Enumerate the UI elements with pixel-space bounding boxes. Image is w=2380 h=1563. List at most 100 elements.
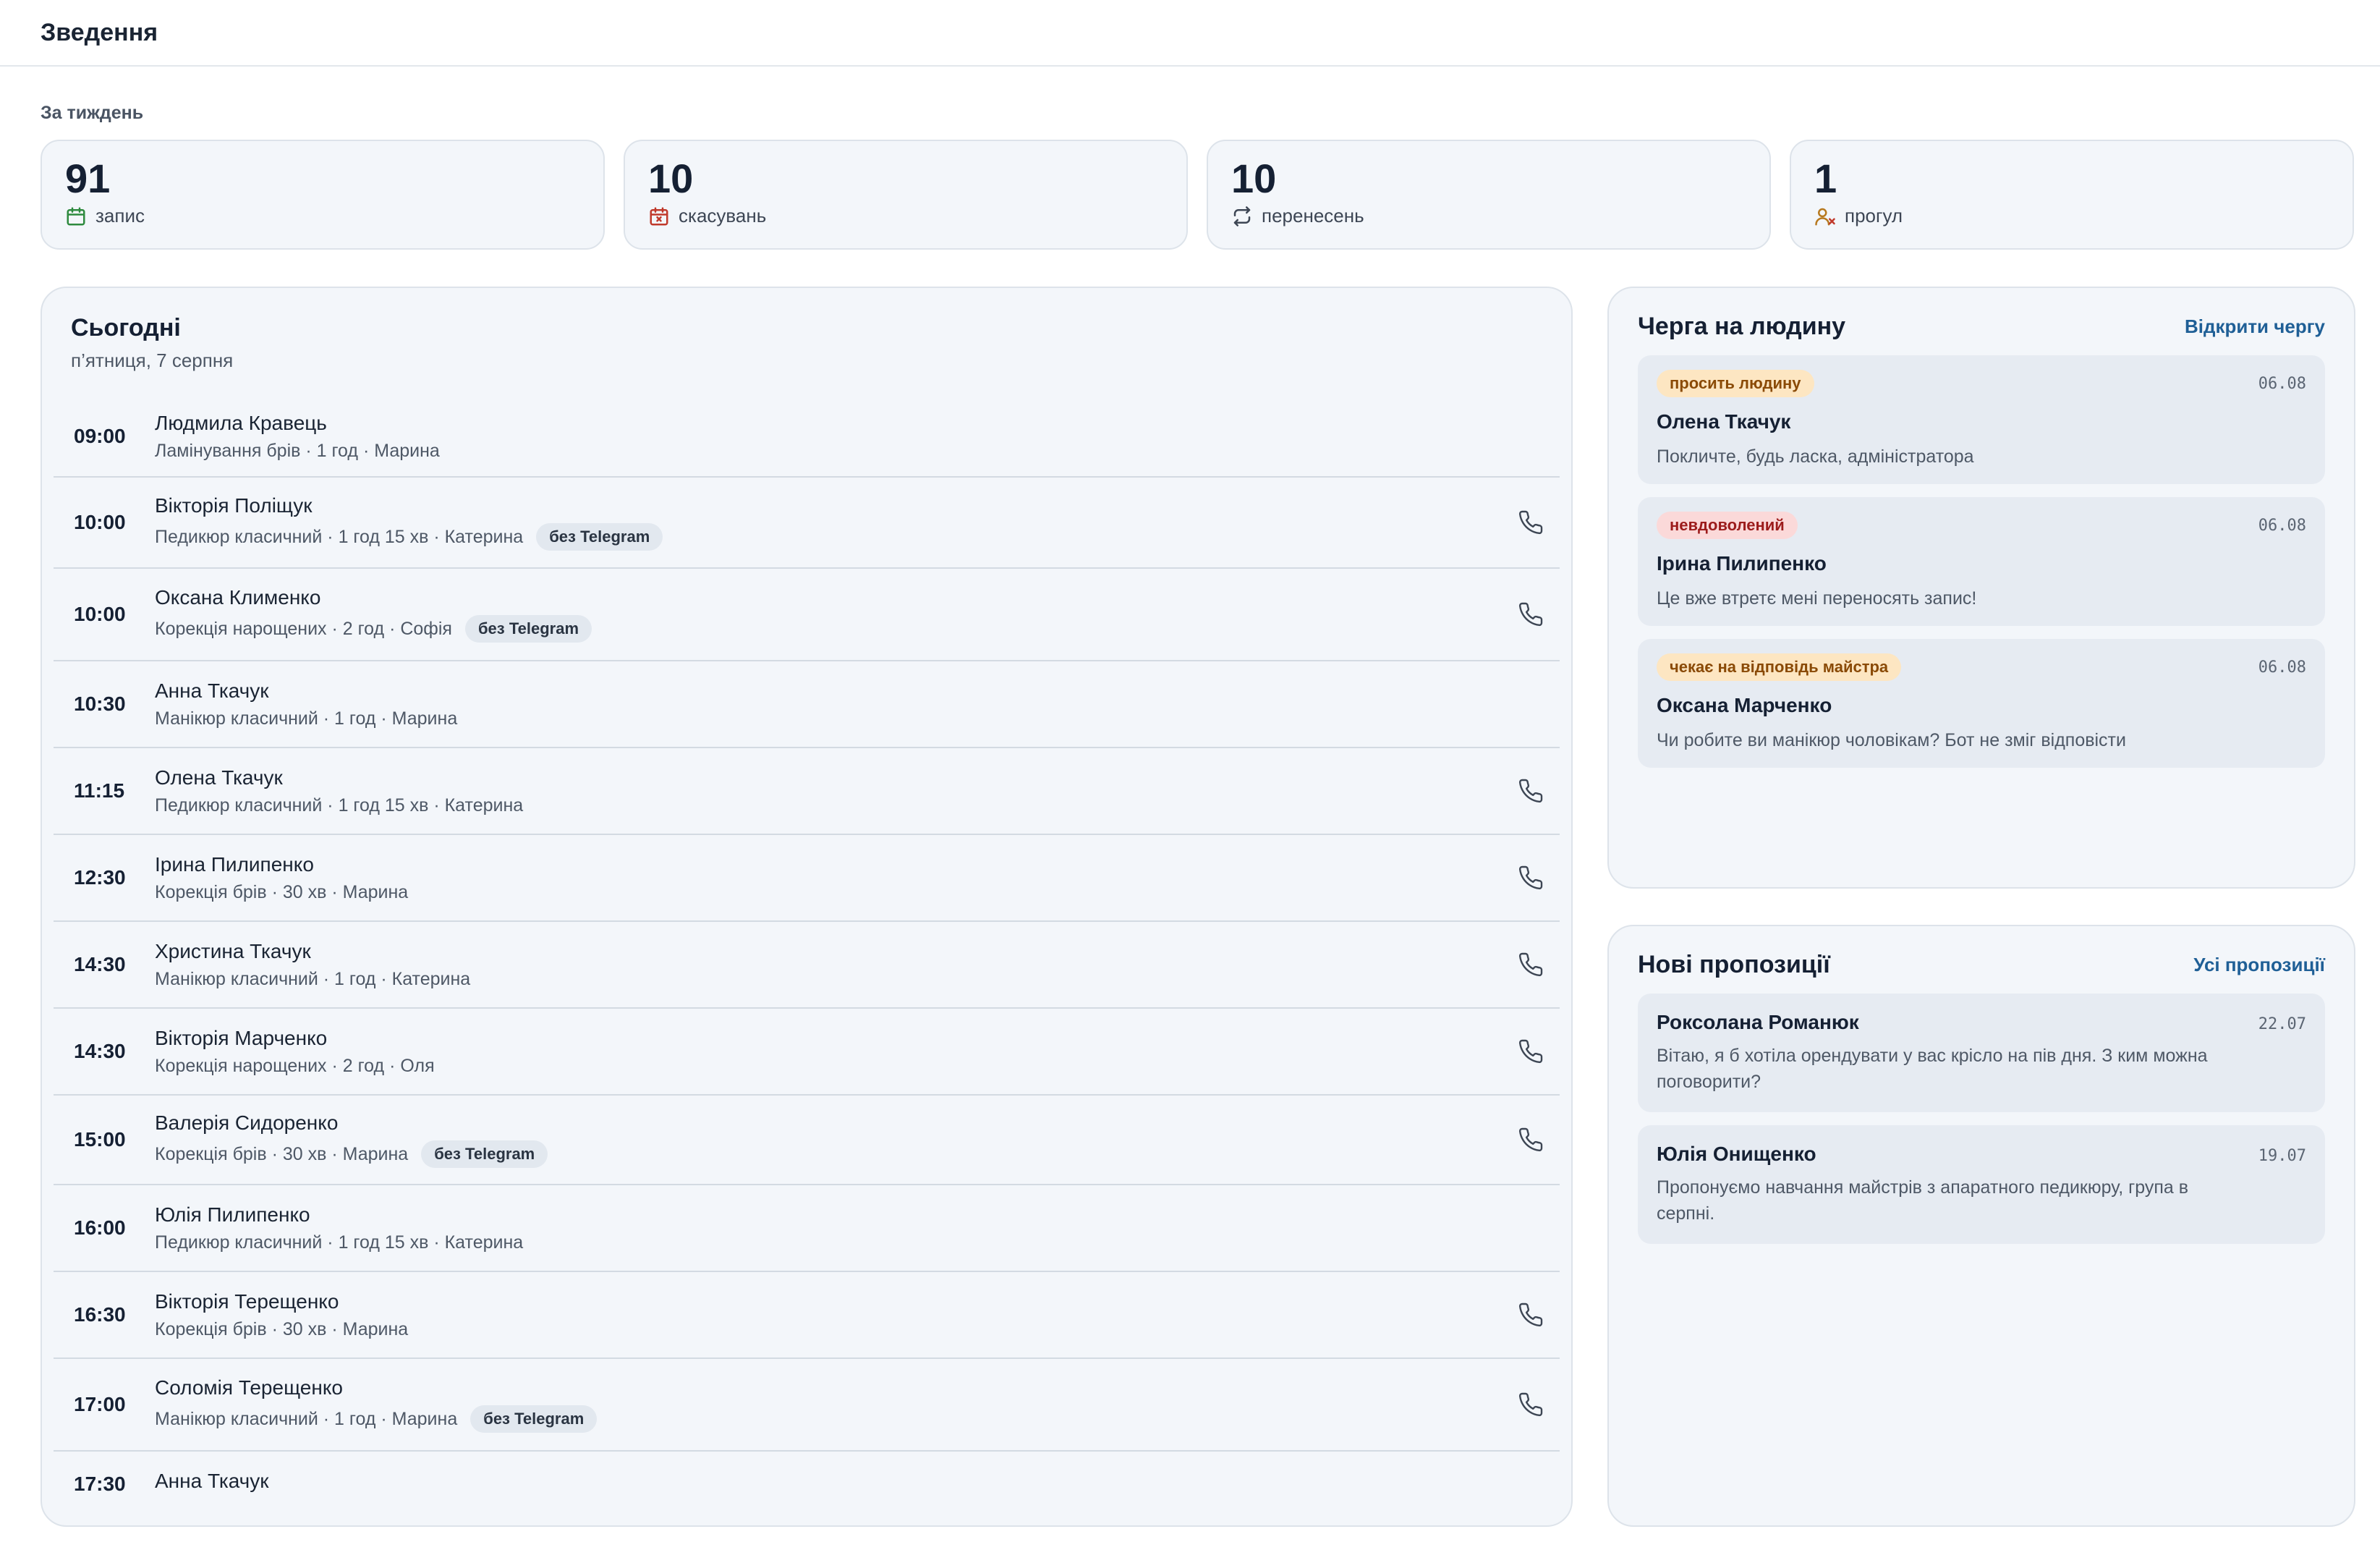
appointment-row[interactable]: 12:30 Ірина Пилипенко Корекція брів · 30 х… bbox=[54, 835, 1560, 922]
queue-card[interactable]: просить людину 06.08 Олена Ткачук Покличте,… bbox=[1638, 355, 2325, 484]
appointment-row[interactable]: 09:00 Людмила Кравець Ламінування брів · 1… bbox=[54, 397, 1560, 478]
client-name: Оксана Клименко bbox=[155, 586, 321, 609]
phone-icon[interactable] bbox=[1518, 1127, 1544, 1153]
client-name: Христина Ткачук bbox=[155, 939, 311, 962]
appointment-time: 12:30 bbox=[74, 866, 126, 889]
week-stats: 91 запис 10 скасувань 10 перенесень 1 пр… bbox=[41, 140, 2354, 250]
stat-label: перенесень bbox=[1262, 205, 1364, 226]
phone-icon[interactable] bbox=[1518, 952, 1544, 978]
user-x-icon bbox=[1815, 208, 1835, 225]
client-name: Ірина Пилипенко bbox=[155, 852, 314, 876]
stat-value: 10 bbox=[648, 156, 694, 201]
client-name: Анна Ткачук bbox=[155, 1470, 269, 1492]
client-name: Вікторія Терещенко bbox=[155, 1289, 339, 1313]
queue-message: Чи робите ви манікюр чоловікам? Бот не з… bbox=[1657, 730, 2126, 750]
appointment-time: 10:00 bbox=[74, 511, 126, 533]
client-name: Соломія Терещенко bbox=[155, 1376, 343, 1399]
appointment-details: Манікюр класичний · 1 год · Катерина bbox=[155, 968, 471, 989]
offer-sender-name: Юлія Онищенко bbox=[1657, 1143, 1816, 1165]
appointment-time: 17:30 bbox=[74, 1473, 126, 1495]
page-header: Зведення bbox=[0, 0, 2380, 67]
offer-date: 22.07 bbox=[2258, 1015, 2306, 1033]
phone-icon[interactable] bbox=[1518, 778, 1544, 804]
phone-icon[interactable] bbox=[1518, 601, 1544, 627]
appointment-row[interactable]: 14:30 Христина Ткачук Манікюр класичний · … bbox=[54, 922, 1560, 1009]
stat-bookings[interactable]: 91 запис bbox=[41, 140, 605, 250]
no-telegram-badge: без Telegram bbox=[470, 1405, 598, 1433]
client-name: Олена Ткачук bbox=[155, 766, 283, 789]
calendar-x-icon bbox=[650, 207, 668, 225]
queue-list: просить людину 06.08 Олена Ткачук Покличте,… bbox=[1609, 341, 2354, 768]
stat-no-shows[interactable]: 1 прогул bbox=[1790, 140, 2354, 250]
stat-label: прогул bbox=[1845, 205, 1903, 226]
offer-card[interactable]: Юлія Онищенко 19.07 Пропонуємо навчання ма… bbox=[1638, 1125, 2325, 1244]
no-telegram-badge: без Telegram bbox=[421, 1140, 548, 1168]
appointment-row[interactable]: 10:00 Вікторія Поліщук Педикюр класичний ·… bbox=[54, 478, 1560, 569]
appointment-time: 10:00 bbox=[74, 603, 126, 625]
open-queue-link[interactable]: Відкрити чергу bbox=[2185, 315, 2325, 338]
queue-client-name: Ірина Пилипенко bbox=[1657, 552, 1827, 575]
client-name: Валерія Сидоренко bbox=[155, 1111, 339, 1134]
stat-label: запис bbox=[95, 205, 145, 226]
week-section: За тиждень 91 запис 10 скасувань 10 пере… bbox=[41, 67, 2354, 250]
stat-cancellations[interactable]: 10 скасувань bbox=[624, 140, 1188, 250]
appointment-time: 14:30 bbox=[74, 1040, 126, 1062]
appointment-row[interactable]: 16:00 Юлія Пилипенко Педикюр класичний · 1… bbox=[54, 1185, 1560, 1272]
appointment-row[interactable]: 15:00 Валерія Сидоренко Корекція брів · 30… bbox=[54, 1096, 1560, 1185]
queue-date: 06.08 bbox=[2258, 658, 2306, 677]
client-name: Вікторія Поліщук bbox=[155, 494, 313, 517]
appointment-row[interactable]: 10:00 Оксана Клименко Корекція нарощених ·… bbox=[54, 569, 1560, 661]
stat-label: скасувань bbox=[679, 205, 767, 226]
queue-message: Покличте, будь ласка, адміністратора bbox=[1657, 446, 1974, 467]
appointment-details: Корекція брів · 30 хв · Марина bbox=[155, 1143, 409, 1164]
today-date: п’ятниця, 7 серпня bbox=[71, 350, 234, 371]
queue-message: Це вже втретє мені переносять запис! bbox=[1657, 588, 1977, 609]
stat-reschedules[interactable]: 10 перенесень bbox=[1207, 140, 1771, 250]
queue-status-badge: просить людину bbox=[1657, 370, 1814, 397]
offer-card[interactable]: Роксолана Романюк 22.07 Вітаю, я б хотіла … bbox=[1638, 994, 2325, 1112]
appointment-row[interactable]: 17:00 Соломія Терещенко Манікюр класичний … bbox=[54, 1359, 1560, 1452]
appointment-time: 15:00 bbox=[74, 1128, 126, 1151]
all-offers-link[interactable]: Усі пропозиції bbox=[2193, 954, 2325, 976]
stat-value: 10 bbox=[1231, 156, 1277, 201]
no-telegram-badge: без Telegram bbox=[464, 615, 592, 643]
appointment-details: Педикюр класичний · 1 год 15 хв · Катери… bbox=[155, 1232, 524, 1253]
appointment-details: Корекція брів · 30 хв · Марина bbox=[155, 881, 409, 902]
queue-date: 06.08 bbox=[2258, 374, 2306, 393]
page-title: Зведення bbox=[41, 18, 158, 46]
queue-client-name: Оксана Марченко bbox=[1657, 694, 1832, 716]
no-telegram-badge: без Telegram bbox=[536, 523, 663, 551]
queue-card[interactable]: невдоволений 06.08 Ірина Пилипенко Це вже в… bbox=[1638, 497, 2325, 626]
appointment-details: Манікюр класичний · 1 год · Марина bbox=[155, 1408, 458, 1429]
phone-icon[interactable] bbox=[1518, 1392, 1544, 1418]
appointment-list: 09:00 Людмила Кравець Ламінування брів · 1… bbox=[54, 397, 1560, 1517]
queue-client-name: Олена Ткачук bbox=[1657, 410, 1791, 433]
appointment-details: Корекція нарощених · 2 год · Оля bbox=[155, 1055, 435, 1076]
appointment-row[interactable]: 11:15 Олена Ткачук Педикюр класичний · 1 г… bbox=[54, 748, 1560, 835]
appointment-time: 10:30 bbox=[74, 692, 126, 715]
appointment-row[interactable]: 10:30 Анна Ткачук Манікюр класичний · 1 го… bbox=[54, 661, 1560, 748]
stat-value: 91 bbox=[65, 156, 111, 201]
client-name: Вікторія Марченко bbox=[155, 1026, 328, 1049]
appointment-time: 16:30 bbox=[74, 1303, 126, 1326]
appointment-time: 11:15 bbox=[74, 779, 125, 802]
appointment-row[interactable]: 16:30 Вікторія Терещенко Корекція брів · 3… bbox=[54, 1272, 1560, 1359]
phone-icon[interactable] bbox=[1518, 1302, 1544, 1328]
offers-list: Роксолана Романюк 22.07 Вітаю, я б хотіла … bbox=[1609, 979, 2354, 1244]
phone-icon[interactable] bbox=[1518, 509, 1544, 535]
appointment-time: 16:00 bbox=[74, 1216, 126, 1239]
offer-message: Вітаю, я б хотіла орендувати у вас крісл… bbox=[1657, 1046, 2208, 1092]
queue-status-badge: невдоволений bbox=[1657, 512, 1798, 539]
stat-value: 1 bbox=[1814, 156, 1837, 201]
queue-date: 06.08 bbox=[2258, 516, 2306, 535]
phone-icon[interactable] bbox=[1518, 865, 1544, 891]
client-name: Анна Ткачук bbox=[155, 679, 269, 702]
week-label: За тиждень bbox=[41, 103, 144, 123]
queue-card[interactable]: чекає на відповідь майстра 06.08 Оксана Ма… bbox=[1638, 639, 2325, 768]
appointment-row[interactable]: 17:30 Анна Ткачук bbox=[54, 1452, 1560, 1517]
repeat-icon bbox=[1233, 206, 1251, 226]
appointment-time: 14:30 bbox=[74, 953, 126, 975]
today-panel: Сьогодні п’ятниця, 7 серпня 09:00 Людмила… bbox=[41, 287, 1573, 1527]
appointment-row[interactable]: 14:30 Вікторія Марченко Корекція нарощених… bbox=[54, 1009, 1560, 1096]
phone-icon[interactable] bbox=[1518, 1038, 1544, 1064]
